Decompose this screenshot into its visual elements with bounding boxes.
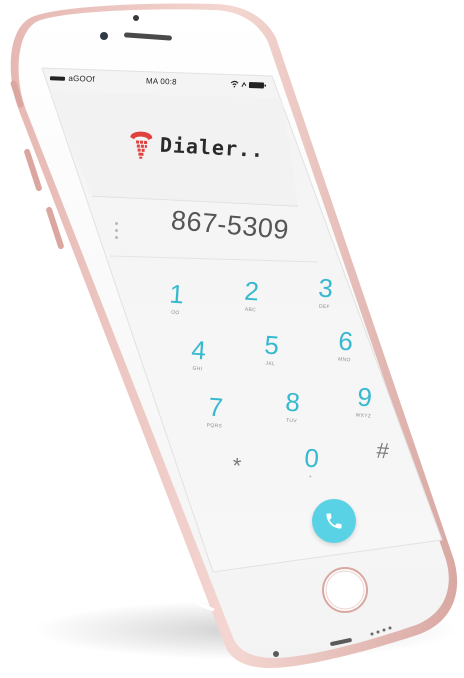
phone-mockup: aGOOf MA 00:8 Dialer.. 867-5309 1 OO 2 A… (0, 0, 464, 678)
key-2[interactable]: 2 ABC (221, 275, 280, 327)
app-header: Dialer.. (127, 126, 265, 167)
key-6[interactable]: 6 MNO (315, 325, 374, 377)
call-button[interactable] (312, 499, 356, 543)
key-5[interactable]: 5 JKL (241, 329, 300, 381)
front-camera (100, 32, 108, 40)
battery-icon (241, 81, 267, 89)
key-9[interactable]: 9 WXYZ (334, 381, 393, 433)
carrier-label: aGOOf (68, 73, 95, 84)
key-star[interactable]: * (206, 450, 265, 502)
phone-tower-icon (130, 131, 153, 159)
key-8[interactable]: 8 TUV (262, 386, 321, 438)
vertical-dots-icon[interactable] (113, 222, 121, 240)
headphone-jack (273, 651, 279, 657)
status-time: MA 00:8 (145, 76, 177, 87)
home-button[interactable] (322, 567, 368, 613)
phone-body (10, 3, 458, 668)
key-0[interactable]: 0 + (281, 442, 340, 494)
phone-handset-icon (326, 513, 342, 529)
wifi-icon (230, 81, 239, 88)
key-hash[interactable]: # (352, 435, 411, 487)
key-3[interactable]: 3 DEF (295, 272, 354, 324)
app-name: Dialer.. (159, 132, 265, 163)
proximity-sensor (133, 15, 139, 21)
key-1[interactable]: 1 OO (146, 278, 205, 330)
key-4[interactable]: 4 GHI (168, 334, 227, 386)
key-7[interactable]: 7 PQRS (185, 391, 244, 443)
signal-icon (49, 76, 66, 81)
